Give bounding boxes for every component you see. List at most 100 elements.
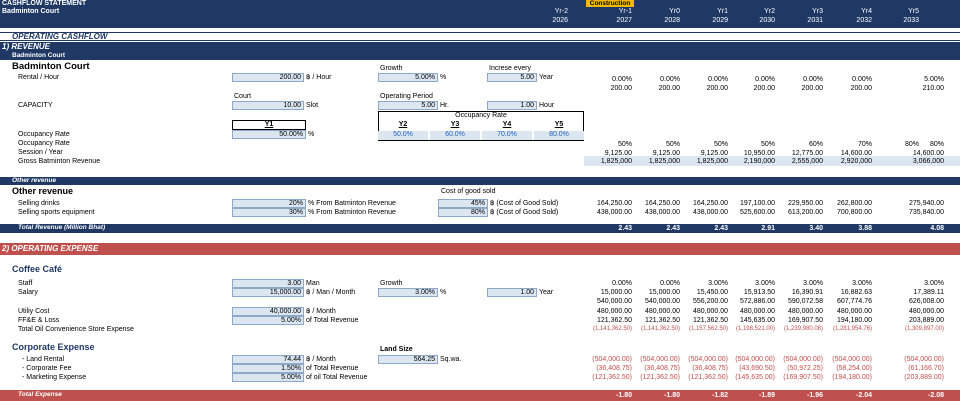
revenue-title: 1) REVENUE xyxy=(2,42,51,51)
table-cell: 80% xyxy=(929,141,944,148)
increase-unit: Year xyxy=(539,74,554,81)
sheet-title: CASHFLOW STATEMENT xyxy=(2,0,87,7)
year-label: Yr5 xyxy=(908,8,919,15)
occupancy-year-value[interactable]: 60.0% xyxy=(430,131,480,140)
badminton-section-title: Badminton Court xyxy=(12,61,90,72)
utility-input[interactable]: 40,000.00 xyxy=(232,307,304,316)
increase-label: Increse every xyxy=(489,65,532,72)
staff-label: Staff xyxy=(18,280,33,287)
table-cell: (1,281,954.76) xyxy=(832,326,872,332)
equip-pct-input[interactable]: 30% xyxy=(232,208,306,217)
occupancy-year-label: Y3 xyxy=(450,121,460,128)
drinks-from: % From Batminton Revenue xyxy=(308,200,396,207)
year-label: Yr4 xyxy=(861,8,872,15)
salary-every-input[interactable]: 1.00 xyxy=(487,288,537,297)
table-cell: 200.00 xyxy=(850,85,872,92)
drinks-pct-input[interactable]: 20% xyxy=(232,199,306,208)
land-size-input[interactable]: 564.25 xyxy=(378,355,438,364)
salary-growth-unit: % xyxy=(440,289,447,296)
table-cell: 5.00% xyxy=(924,76,944,83)
equip-from: % From Batminton Revenue xyxy=(308,209,396,216)
operating-cashflow-title: OPERATING CASHFLOW xyxy=(12,32,108,41)
salary-growth-input[interactable]: 3.00% xyxy=(378,288,438,297)
capacity-label: CAPACITY xyxy=(18,102,53,109)
table-cell: 700,800.00 xyxy=(836,209,872,216)
other-revenue-band-label: Other revenue xyxy=(12,177,57,184)
utility-label: Utiliy Cost xyxy=(18,308,50,315)
land-size-unit: Sq.wa. xyxy=(440,356,462,363)
court-label: Court xyxy=(234,93,252,100)
corp-fee-input[interactable]: 1.50% xyxy=(232,364,304,373)
occupancy-year-label: Y5 xyxy=(554,121,564,128)
growth-input[interactable]: 5.00% xyxy=(378,73,438,82)
table-cell: -2.04 xyxy=(856,392,872,399)
table-cell: 3,066,000 xyxy=(912,158,944,165)
op-hour-input[interactable]: 1.00 xyxy=(487,101,537,110)
occupancy-label-2: Occupancy Rate xyxy=(18,140,70,147)
total-expense-label: Total Expense xyxy=(18,391,62,398)
total-oil-label: Total Oil Convenience Store Expense xyxy=(18,326,134,333)
occupancy-year-value[interactable]: 70.0% xyxy=(482,131,532,140)
marketing-input[interactable]: 5.00% xyxy=(232,373,304,382)
year-number: 2030 xyxy=(759,17,775,24)
corp-fee-unit: of Total Revenue xyxy=(306,365,359,372)
marketing-label: - Marketing Expense xyxy=(22,374,87,381)
occupancy-year-value[interactable]: 80.0% xyxy=(534,131,584,140)
operating-expense-band xyxy=(0,243,960,255)
sheet-subtitle: Badminton Court xyxy=(2,8,60,15)
occupancy-y1-input[interactable]: 50.00% xyxy=(232,130,306,139)
ffe-input[interactable]: 5.00% xyxy=(232,316,304,325)
revenue-band xyxy=(0,42,960,60)
growth-unit: % xyxy=(440,74,447,81)
table-cell: 3.00% xyxy=(924,280,944,287)
staff-input[interactable]: 3.00 xyxy=(232,279,304,288)
table-cell: 626,008.00 xyxy=(908,298,944,305)
year-number: 2032 xyxy=(856,17,872,24)
corp-fee-label: - Corporate Fee xyxy=(22,365,72,372)
staff-unit: Man xyxy=(306,280,320,287)
salary-input[interactable]: 15,000.00 xyxy=(232,288,304,297)
table-cell: (194,180.00) xyxy=(832,374,872,381)
year-number: 2033 xyxy=(903,17,919,24)
table-cell: 203,889.00 xyxy=(908,317,944,324)
other-revenue-band xyxy=(0,177,960,185)
table-cell: (61,166.70) xyxy=(908,365,944,372)
land-rental-input[interactable]: 74.44 xyxy=(232,355,304,364)
drinks-cogs-input[interactable]: 45% xyxy=(438,199,488,208)
land-size-label: Land Size xyxy=(380,346,413,353)
utility-unit: ฿ / Month xyxy=(306,308,336,315)
table-cell: 17,389.11 xyxy=(913,289,944,296)
session-label: Session / Year xyxy=(18,149,63,156)
rental-label: Rental / Hour xyxy=(18,74,60,81)
year-label: Yr1 xyxy=(717,8,728,15)
construction-badge: Construction xyxy=(586,0,634,7)
table-cell: 210.00 xyxy=(922,85,944,92)
equip-label: Selling sports equipment xyxy=(18,209,95,216)
table-cell: (203,889.00) xyxy=(904,374,944,381)
operating-expense-title: 2) OPERATING EXPENSE xyxy=(2,244,99,253)
year-number: 2029 xyxy=(712,17,728,24)
table-cell: 607,774.76 xyxy=(836,298,872,305)
other-revenue-title: Other revenue xyxy=(12,186,74,196)
increase-input[interactable]: 5.00 xyxy=(487,73,537,82)
table-cell: 0.00% xyxy=(852,76,872,83)
rental-input[interactable]: 200.00 xyxy=(232,73,304,82)
equip-cogs-input[interactable]: 80% xyxy=(438,208,488,217)
op-period-input[interactable]: 5.00 xyxy=(378,101,438,110)
table-cell: 480,000.00 xyxy=(836,308,872,315)
capacity-input[interactable]: 10.00 xyxy=(232,101,304,110)
table-cell: (504,000.00) xyxy=(832,356,872,363)
op-period-unit: Hr. xyxy=(440,102,449,109)
year-number: 2031 xyxy=(807,17,823,24)
drinks-label: Selling drinks xyxy=(18,200,60,207)
operating-cashflow-band xyxy=(0,32,960,41)
growth-label: Growth xyxy=(380,65,403,72)
capacity-unit: Slot xyxy=(306,102,319,109)
table-cell: 3.88 xyxy=(858,225,872,232)
occupancy-year-value[interactable]: 50.0% xyxy=(378,131,428,140)
gross-label: Gross Batminton Revenue xyxy=(18,158,101,165)
coffee-cafe-title: Coffee Café xyxy=(12,264,63,274)
ffe-label: FF&E & Loss xyxy=(18,317,60,324)
rental-unit: ฿ / Hour xyxy=(306,74,332,81)
land-rental-unit: ฿ / Month xyxy=(306,356,336,363)
